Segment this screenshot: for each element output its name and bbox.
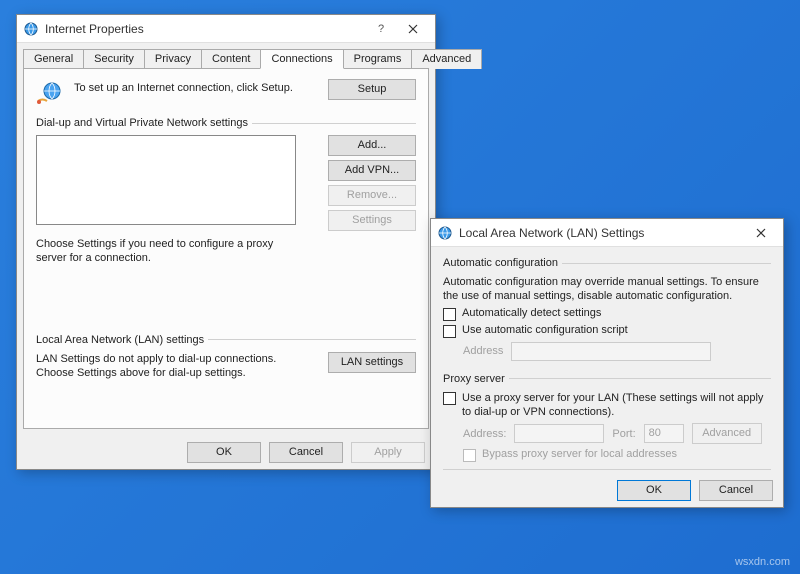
auto-script-checkbox[interactable]: Use automatic configuration script: [443, 324, 771, 338]
tab-content[interactable]: Content: [201, 49, 262, 69]
advanced-button: Advanced: [692, 423, 762, 444]
dialup-group-label: Dial-up and Virtual Private Network sett…: [36, 117, 248, 129]
proxy-address-input: [514, 424, 604, 443]
tab-programs[interactable]: Programs: [343, 49, 413, 69]
lan-settings-body: Automatic configuration Automatic config…: [431, 247, 783, 474]
lan-settings-button[interactable]: LAN settings: [328, 352, 416, 373]
add-button[interactable]: Add...: [328, 135, 416, 156]
checkbox-icon: [463, 449, 476, 462]
auto-config-label: Automatic configuration: [443, 257, 558, 269]
auto-config-help: Automatic configuration may override man…: [443, 275, 771, 304]
tab-general[interactable]: General: [23, 49, 84, 69]
titlebar[interactable]: Internet Properties ?: [17, 15, 435, 43]
proxy-port-label: Port:: [612, 428, 635, 440]
globe-icon: [437, 225, 453, 241]
lan-settings-window: Local Area Network (LAN) Settings Automa…: [430, 218, 784, 508]
proxy-address-label: Address:: [463, 428, 506, 440]
tab-panel-connections: To set up an Internet connection, click …: [23, 68, 429, 429]
proxy-port-input: 80: [644, 424, 684, 443]
dialog-buttons: OK Cancel: [431, 474, 783, 507]
dialog-buttons: OK Cancel Apply: [17, 436, 435, 469]
tab-advanced[interactable]: Advanced: [411, 49, 482, 69]
tab-connections[interactable]: Connections: [260, 49, 343, 69]
titlebar[interactable]: Local Area Network (LAN) Settings: [431, 219, 783, 247]
window-title: Internet Properties: [45, 22, 365, 36]
ok-button[interactable]: OK: [187, 442, 261, 463]
close-button[interactable]: [745, 222, 777, 244]
apply-button: Apply: [351, 442, 425, 463]
auto-detect-checkbox[interactable]: Automatically detect settings: [443, 307, 771, 321]
cancel-button[interactable]: Cancel: [269, 442, 343, 463]
proxy-label: Proxy server: [443, 373, 505, 385]
checkbox-icon: [443, 392, 456, 405]
lan-group-label: Local Area Network (LAN) settings: [36, 334, 204, 346]
setup-text: To set up an Internet connection, click …: [74, 79, 318, 95]
setup-button[interactable]: Setup: [328, 79, 416, 100]
watermark: wsxdn.com: [735, 556, 790, 568]
dialup-listbox[interactable]: [36, 135, 296, 225]
add-vpn-button[interactable]: Add VPN...: [328, 160, 416, 181]
internet-properties-window: Internet Properties ? General Security P…: [16, 14, 436, 470]
dialup-settings-button: Settings: [328, 210, 416, 231]
bypass-local-checkbox: Bypass proxy server for local addresses: [463, 448, 771, 462]
window-title: Local Area Network (LAN) Settings: [459, 226, 745, 240]
lan-help-text: LAN Settings do not apply to dial-up con…: [36, 352, 296, 381]
help-button[interactable]: ?: [365, 18, 397, 40]
script-address-input: [511, 342, 711, 361]
cancel-button[interactable]: Cancel: [699, 480, 773, 501]
dialup-help-text: Choose Settings if you need to configure…: [36, 237, 296, 266]
connection-wizard-icon: [36, 79, 64, 107]
checkbox-icon: [443, 325, 456, 338]
close-button[interactable]: [397, 18, 429, 40]
checkbox-icon: [443, 308, 456, 321]
script-address-label: Address: [463, 345, 503, 357]
tab-security[interactable]: Security: [83, 49, 145, 69]
tab-privacy[interactable]: Privacy: [144, 49, 202, 69]
globe-icon: [23, 21, 39, 37]
use-proxy-checkbox[interactable]: Use a proxy server for your LAN (These s…: [443, 391, 771, 420]
remove-button: Remove...: [328, 185, 416, 206]
ok-button[interactable]: OK: [617, 480, 691, 501]
tab-strip: General Security Privacy Content Connect…: [23, 49, 429, 69]
